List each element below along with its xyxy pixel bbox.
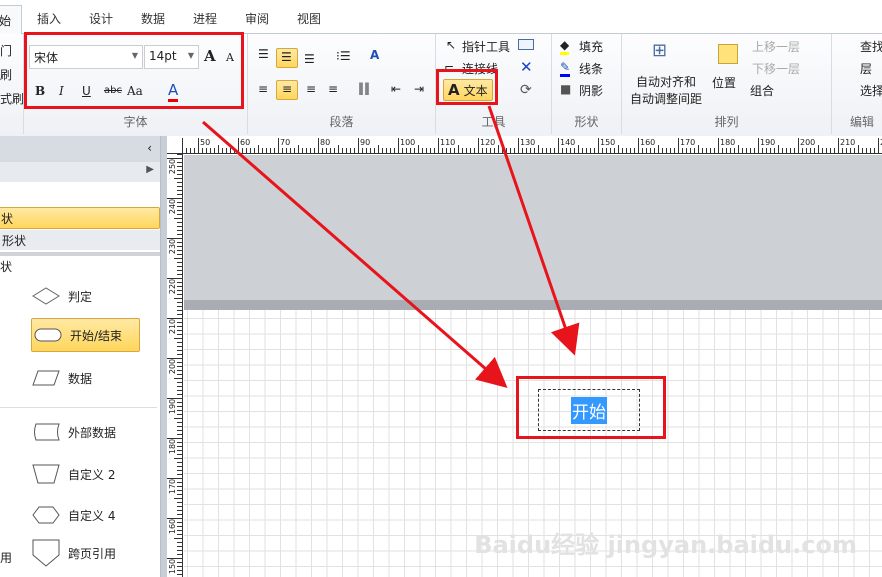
annotation-arrows (202, 105, 580, 388)
arrow-font-to-shape (202, 120, 508, 388)
arrow-text-tool-to-shape (487, 105, 580, 356)
